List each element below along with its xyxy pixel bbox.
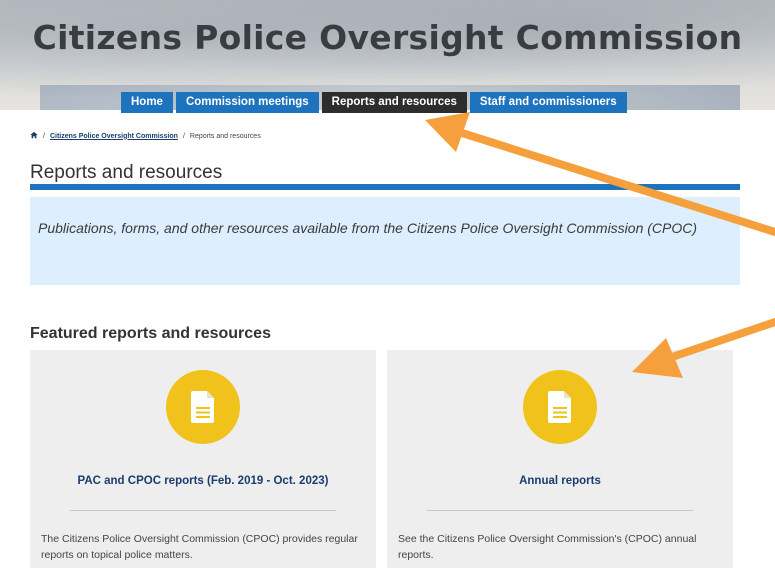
featured-card-pac-cpoc-reports[interactable]: PAC and CPOC reports (Feb. 2019 - Oct. 2… bbox=[30, 350, 376, 568]
breadcrumb: / Citizens Police Oversight Commission /… bbox=[30, 131, 261, 141]
main-nav: Home Commission meetings Reports and res… bbox=[121, 92, 627, 113]
lead-box: Publications, forms, and other resources… bbox=[30, 197, 740, 285]
home-icon[interactable] bbox=[30, 131, 38, 141]
breadcrumb-current: Reports and resources bbox=[189, 132, 261, 140]
lead-text: Publications, forms, and other resources… bbox=[38, 220, 698, 236]
card-title-link[interactable]: Annual reports bbox=[387, 475, 733, 487]
card-description: See the Citizens Police Oversight Commis… bbox=[398, 533, 697, 561]
nav-item-reports-and-resources[interactable]: Reports and resources bbox=[321, 92, 467, 113]
section-title-featured: Featured reports and resources bbox=[30, 325, 271, 342]
breadcrumb-separator: / bbox=[43, 132, 45, 140]
site-title: Citizens Police Oversight Commission bbox=[32, 18, 743, 57]
card-divider bbox=[427, 510, 693, 511]
page-title: Reports and resources bbox=[30, 162, 223, 183]
title-underline bbox=[30, 184, 740, 190]
breadcrumb-link-cpoc[interactable]: Citizens Police Oversight Commission bbox=[50, 133, 178, 140]
card-divider bbox=[70, 510, 336, 511]
card-title-link[interactable]: PAC and CPOC reports (Feb. 2019 - Oct. 2… bbox=[30, 475, 376, 487]
card-description: The Citizens Police Oversight Commission… bbox=[41, 533, 358, 561]
nav-item-commission-meetings[interactable]: Commission meetings bbox=[175, 92, 319, 113]
nav-item-home[interactable]: Home bbox=[121, 92, 173, 113]
breadcrumb-separator: / bbox=[182, 132, 185, 140]
nav-item-staff-and-commissioners[interactable]: Staff and commissioners bbox=[469, 92, 627, 113]
featured-card-annual-reports[interactable]: Annual reports See the Citizens Police O… bbox=[387, 350, 733, 568]
document-icon bbox=[523, 370, 597, 444]
document-icon bbox=[166, 370, 240, 444]
